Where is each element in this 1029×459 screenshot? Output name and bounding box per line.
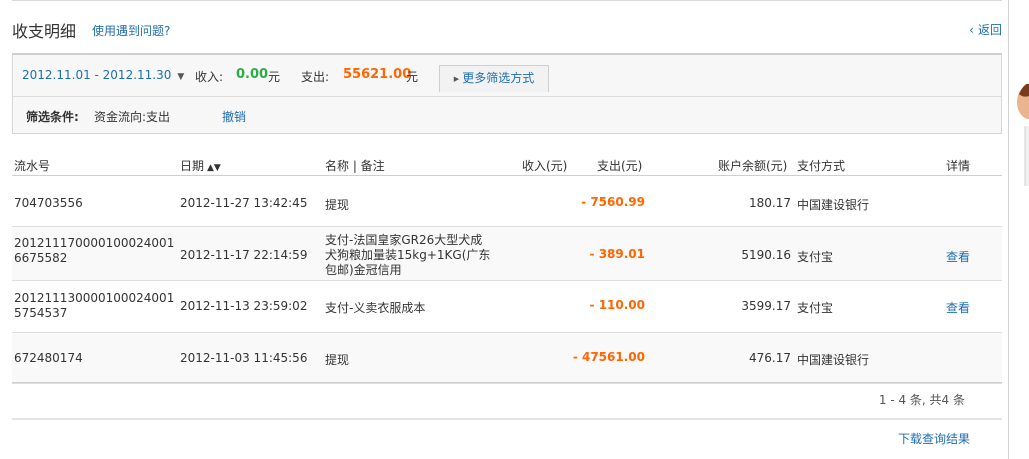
expense-value: 55621.00 (343, 67, 412, 82)
date-cell: 2012-11-13 23:59:02 (180, 299, 308, 313)
method-cell: 支付宝 (797, 250, 834, 264)
download-results-link[interactable]: 下载查询结果 (898, 430, 970, 447)
income-label: 收入: (195, 70, 224, 84)
avatar-icon (1017, 83, 1029, 186)
divider (12, 418, 1002, 420)
expense-cell: - 47561.00 (572, 350, 645, 364)
filter-condition-value: 资金流向:支出 (94, 110, 171, 124)
expense-cell: - 389.01 (589, 247, 645, 261)
more-filter-button[interactable]: ▶ 更多筛选方式 (439, 65, 549, 92)
page-title: 收支明细 (12, 22, 77, 41)
table-row: 201211170000100024001 6675582 2012-11-17… (12, 227, 1002, 281)
page-frame: 收支明细 使用遇到问题? ‹ 返回 2012.11.01 - 2012.11.30… (0, 0, 1002, 459)
balance-cell: 3599.17 (741, 299, 791, 313)
column-header-date-label: 日期 (180, 159, 205, 173)
table-row: 201211130000100024001 5754537 2012-11-13… (12, 281, 1002, 333)
page-header: 收支明细 使用遇到问题? ‹ 返回 (12, 18, 1002, 41)
table-header: 流水号 日期 ▲▼ 名称 | 备注 收入(元) 支出(元) 账户余额(元) 支付方… (12, 152, 1002, 176)
balance-cell: 5190.16 (741, 248, 791, 262)
column-header-method: 支付方式 (797, 159, 846, 173)
date-cell: 2012-11-03 11:45:56 (180, 351, 308, 365)
sort-icon: ▲▼ (207, 163, 221, 173)
name-cell: 提现 (325, 353, 350, 367)
divider (13, 96, 1001, 97)
filter-panel: 2012.11.01 - 2012.11.30 ▼ 收入: 0.00 元 支出: … (12, 53, 1002, 134)
method-cell: 中国建设银行 (797, 353, 870, 367)
table-row: 704703556 2012-11-27 13:42:45 提现 - 7560.… (12, 176, 1002, 227)
income-unit: 元 (268, 70, 281, 84)
serial-cell: 201211130000100024001 5754537 (14, 291, 175, 320)
more-filter-label: 更多筛选方式 (462, 71, 535, 85)
expense-unit: 元 (406, 70, 419, 84)
date-cell: 2012-11-17 22:14:59 (180, 248, 308, 262)
method-cell: 中国建设银行 (797, 198, 870, 212)
date-range-label: 2012.11.01 - 2012.11.30 (22, 68, 172, 82)
serial-cell: 672480174 (14, 351, 83, 365)
income-value: 0.00 (236, 67, 269, 82)
serial-cell: 201211170000100024001 6675582 (14, 236, 175, 265)
view-detail-link[interactable]: 查看 (946, 299, 970, 316)
name-cell: 支付-法国皇家GR26大型犬成犬狗粮加量装15kg+1KG(广东包邮)金冠信用 (325, 233, 491, 277)
column-header-balance: 账户余额(元) (718, 159, 788, 173)
date-cell: 2012-11-27 13:42:45 (180, 196, 308, 210)
cancel-filter-link[interactable]: 撤销 (222, 108, 246, 125)
column-header-date[interactable]: 日期 ▲▼ (180, 157, 221, 174)
column-header-income: 收入(元) (522, 159, 568, 173)
caret-down-icon: ▼ (177, 72, 185, 82)
column-header-detail: 详情 (946, 159, 971, 173)
triangle-right-icon: ▶ (453, 74, 460, 83)
back-button[interactable]: ‹ 返回 (969, 21, 1002, 38)
name-cell: 提现 (325, 198, 350, 212)
pager-summary: 1 - 4 条, 共4 条 (878, 393, 965, 407)
balance-cell: 476.17 (749, 351, 791, 365)
column-header-serial: 流水号 (14, 159, 51, 173)
serial-cell: 704703556 (14, 196, 83, 210)
date-range-select[interactable]: 2012.11.01 - 2012.11.30 ▼ (22, 68, 184, 82)
name-cell: 支付-义卖衣服成本 (325, 301, 426, 315)
scrollbar-edge (1008, 0, 1009, 459)
transactions-table: 流水号 日期 ▲▼ 名称 | 备注 收入(元) 支出(元) 账户余额(元) 支付方… (12, 152, 1002, 384)
filter-condition-label: 筛选条件: (26, 110, 79, 124)
chevron-left-icon: ‹ (969, 23, 974, 37)
expense-label: 支出: (301, 70, 330, 84)
expense-cell: - 7560.99 (581, 195, 645, 209)
column-header-name: 名称 | 备注 (325, 159, 385, 173)
help-link[interactable]: 使用遇到问题? (92, 22, 170, 39)
divider (12, 0, 1002, 1)
balance-cell: 180.17 (749, 196, 791, 210)
divider (12, 382, 1002, 383)
back-label: 返回 (977, 23, 1002, 37)
method-cell: 支付宝 (797, 301, 834, 315)
view-detail-link[interactable]: 查看 (946, 248, 970, 265)
expense-cell: - 110.00 (589, 298, 645, 312)
column-header-expense: 支出(元) (597, 159, 643, 173)
table-row: 672480174 2012-11-03 11:45:56 提现 - 47561… (12, 333, 1002, 384)
